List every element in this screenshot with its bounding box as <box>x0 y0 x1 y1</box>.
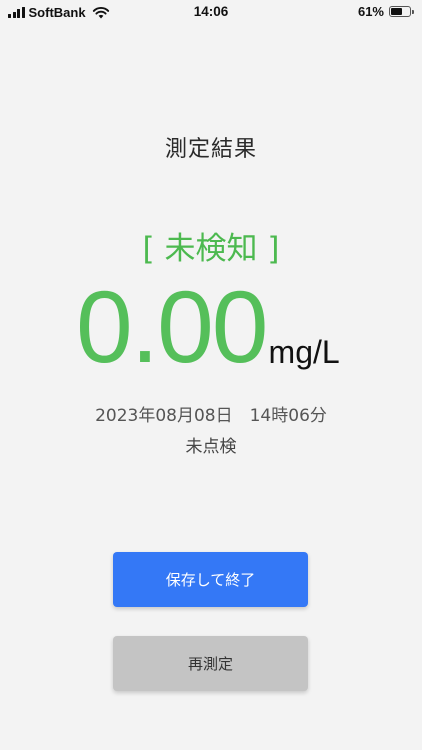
remeasure-button[interactable]: 再測定 <box>113 636 308 691</box>
page-title: 測定結果 <box>164 137 257 162</box>
reading-unit: mg/L <box>268 334 340 370</box>
battery-group: 61% <box>358 4 414 19</box>
battery-percent: 61% <box>357 4 384 19</box>
reading-value: 0.00 <box>76 270 269 384</box>
measurement-datetime: 2023年08月08日 14時06分 <box>95 406 327 426</box>
save-and-exit-button[interactable]: 保存して終了 <box>113 552 308 607</box>
status-bar: SoftBank 14:06 61% <box>0 0 422 24</box>
battery-icon <box>389 6 411 17</box>
reading-display: 0.00 mg/L <box>76 270 340 384</box>
detection-status-label: [ 未検知 ] <box>142 231 280 267</box>
inspection-status: 未点検 <box>185 437 237 457</box>
battery-fill <box>391 8 402 15</box>
battery-cap <box>412 9 414 14</box>
